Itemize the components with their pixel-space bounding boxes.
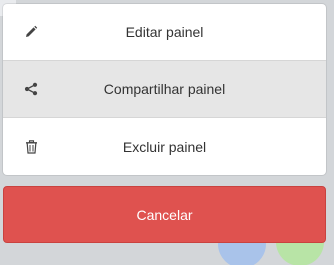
cancel-button[interactable]: Cancelar: [3, 186, 326, 243]
pencil-icon: [23, 24, 39, 40]
trash-icon: [23, 139, 39, 155]
share-icon: [23, 81, 39, 97]
delete-panel-button[interactable]: Excluir painel: [3, 118, 326, 175]
action-sheet: Editar painel Compartilhar painel Exclui: [3, 4, 326, 175]
share-panel-label: Compartilhar painel: [103, 81, 226, 97]
cancel-label: Cancelar: [136, 206, 193, 223]
edit-panel-label: Editar painel: [125, 24, 204, 40]
share-panel-button[interactable]: Compartilhar painel: [3, 61, 326, 118]
edit-panel-button[interactable]: Editar painel: [3, 4, 326, 61]
delete-panel-label: Excluir painel: [122, 138, 207, 155]
